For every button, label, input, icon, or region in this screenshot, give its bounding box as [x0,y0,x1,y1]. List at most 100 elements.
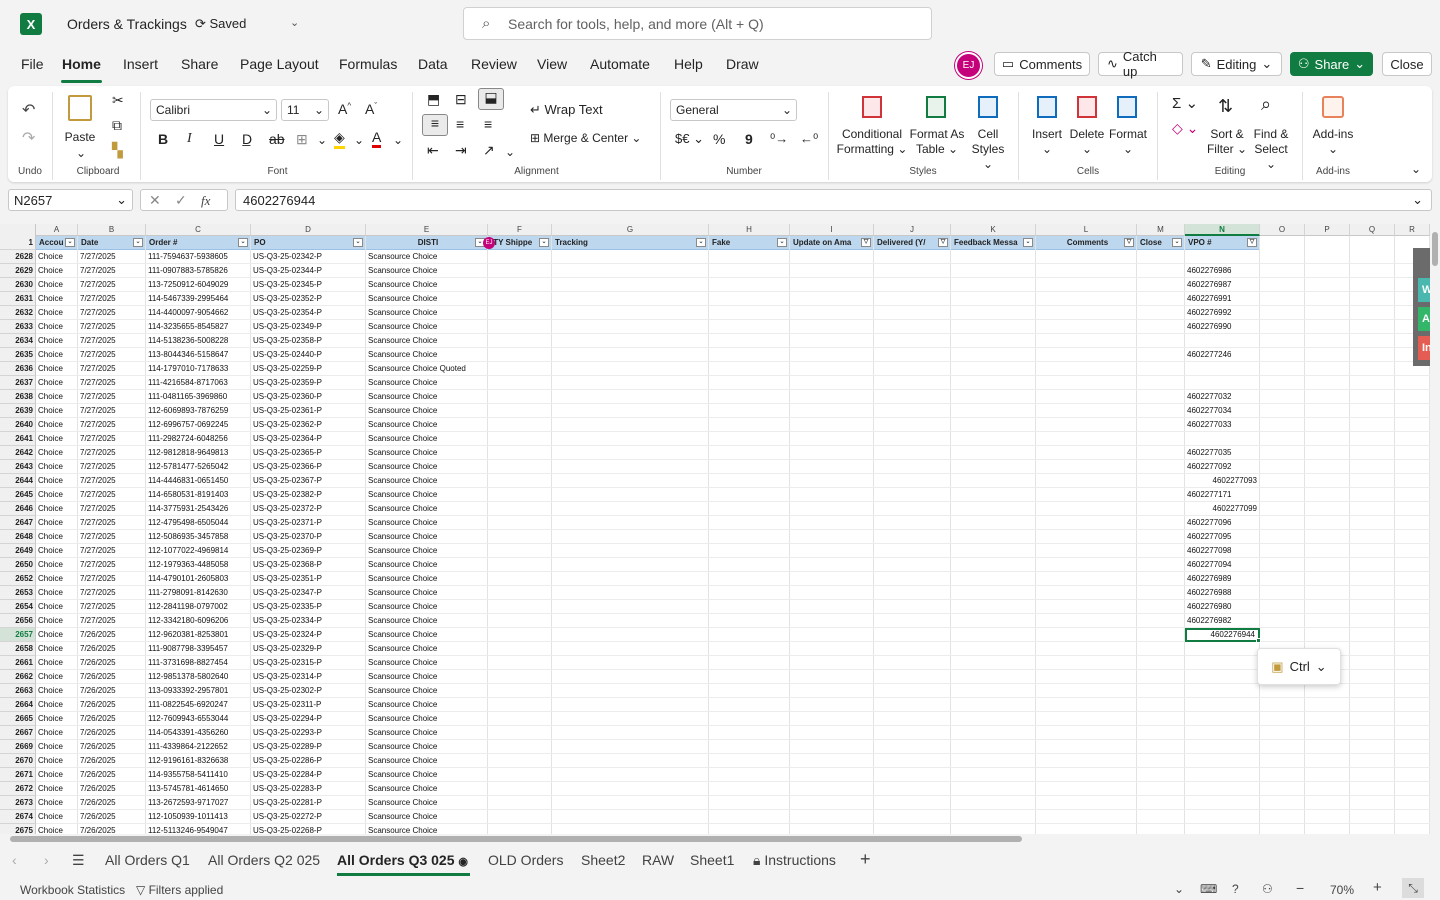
table-header-cell[interactable]: Feedback Messa ⌄ [951,236,1036,250]
table-cell[interactable]: US-Q3-25-02259-P [251,362,366,376]
table-cell[interactable]: 7/27/2025 [78,446,146,460]
table-cell[interactable]: Choice [36,754,78,768]
table-cell[interactable]: Choice [36,446,78,460]
table-cell[interactable] [1185,810,1260,824]
editing-mode-button[interactable]: ✎ Editing ⌄ [1191,52,1282,76]
table-cell[interactable]: 7/27/2025 [78,544,146,558]
column-header-g[interactable]: G [552,224,709,236]
table-cell[interactable]: Choice [36,376,78,390]
sheet-tab-q2[interactable]: All Orders Q2 025 [208,852,320,868]
table-cell[interactable]: 7/27/2025 [78,278,146,292]
table-cell[interactable]: 111-7594637-5938605 [146,250,251,264]
table-cell[interactable]: Scansource Choice [366,292,488,306]
table-cell[interactable]: Choice [36,432,78,446]
filter-dropdown-icon[interactable]: ⌄ [353,238,363,247]
table-cell[interactable]: 112-6069893-7876259 [146,404,251,418]
redo-icon[interactable]: ↷ [22,128,35,148]
format-as-table-button[interactable]: Format As Table ⌄ [906,127,968,157]
table-cell[interactable]: Choice [36,264,78,278]
copy-icon[interactable]: ⧉ [112,117,122,134]
row-header[interactable]: 2665 [0,712,36,726]
filter-dropdown-icon[interactable]: ⌄ [1023,238,1033,247]
table-cell[interactable]: Scansource Choice [366,348,488,362]
sheet-tab-instructions[interactable]: 🔒︎ Instructions [753,852,836,869]
table-cell[interactable]: 4602276986 [1185,264,1260,278]
table-cell[interactable]: US-Q3-25-02367-P [251,474,366,488]
zoom-out-button[interactable]: − [1296,880,1304,896]
row-header[interactable]: 2647 [0,516,36,530]
menu-help[interactable]: Help [674,56,703,72]
table-cell[interactable]: US-Q3-25-02293-P [251,726,366,740]
row-header[interactable]: 2650 [0,558,36,572]
column-header-l[interactable]: L [1036,224,1137,236]
table-cell[interactable]: Choice [36,488,78,502]
all-sheets-menu-icon[interactable]: ☰ [72,852,85,869]
table-cell[interactable]: 111-2982724-6048256 [146,432,251,446]
table-cell[interactable]: US-Q3-25-02335-P [251,600,366,614]
table-cell[interactable]: 7/26/2025 [78,670,146,684]
table-cell[interactable]: Scansource Choice [366,726,488,740]
delete-cells-icon[interactable] [1077,96,1097,118]
column-header-o[interactable]: O [1260,224,1305,236]
table-cell[interactable]: Choice [36,348,78,362]
table-cell[interactable]: 7/27/2025 [78,572,146,586]
table-cell[interactable]: Choice [36,572,78,586]
selected-cell[interactable]: 4602276944 [1185,628,1260,642]
cancel-icon[interactable]: ✕ [149,192,161,209]
table-cell[interactable]: 112-3342180-6096206 [146,614,251,628]
user-avatar[interactable]: EJ [955,52,982,79]
orientation-icon[interactable]: ↗ [483,142,495,159]
table-cell[interactable]: 113-0933392-2957801 [146,684,251,698]
table-cell[interactable]: US-Q3-25-02302-P [251,684,366,698]
table-cell[interactable]: 4602276982 [1185,614,1260,628]
table-cell[interactable]: Choice [36,292,78,306]
row-header[interactable]: 2634 [0,334,36,348]
row-header[interactable]: 2640 [0,418,36,432]
table-cell[interactable]: Choice [36,656,78,670]
table-cell[interactable]: Scansource Choice [366,264,488,278]
enter-icon[interactable]: ✓ [175,192,187,209]
column-header-p[interactable]: P [1305,224,1350,236]
table-cell[interactable]: Scansource Choice [366,824,488,834]
row-header[interactable]: 2632 [0,306,36,320]
table-cell[interactable]: 7/26/2025 [78,810,146,824]
table-cell[interactable]: 4602277032 [1185,390,1260,404]
increase-indent-icon[interactable]: ⇥ [455,142,467,159]
table-cell[interactable]: 4602276989 [1185,572,1260,586]
table-cell[interactable] [1185,250,1260,264]
table-header-cell[interactable]: Tracking ⌄ [552,236,709,250]
table-cell[interactable]: 7/27/2025 [78,362,146,376]
column-header-d[interactable]: D [251,224,366,236]
menu-share[interactable]: Share [181,56,218,72]
table-cell[interactable]: US-Q3-25-02370-P [251,530,366,544]
table-cell[interactable]: 4602277035 [1185,446,1260,460]
table-cell[interactable]: 112-5086935-3457858 [146,530,251,544]
table-header-cell[interactable]: DISTI ⌄ [366,236,488,250]
column-header-i[interactable]: I [790,224,874,236]
underline-button[interactable]: U [214,131,224,147]
table-cell[interactable]: 112-6996757-0692245 [146,418,251,432]
column-header-r[interactable]: R [1395,224,1430,236]
table-cell[interactable]: US-Q3-25-02334-P [251,614,366,628]
merge-center-button[interactable]: ⊞ Merge & Center ⌄ [530,131,641,145]
filter-dropdown-icon[interactable]: ▽ [1124,238,1134,247]
decrease-font-icon[interactable]: Aˇ [365,101,377,117]
table-cell[interactable]: Scansource Choice [366,712,488,726]
table-cell[interactable]: Scansource Choice Quoted [366,362,488,376]
table-cell[interactable]: 7/27/2025 [78,530,146,544]
table-cell[interactable]: Choice [36,810,78,824]
table-cell[interactable]: 7/26/2025 [78,782,146,796]
column-header-j[interactable]: J [874,224,951,236]
table-cell[interactable]: US-Q3-25-02344-P [251,264,366,278]
table-cell[interactable]: 7/27/2025 [78,460,146,474]
chevron-down-icon[interactable]: ⌄ [317,133,327,147]
table-cell[interactable]: Scansource Choice [366,600,488,614]
table-cell[interactable]: 7/27/2025 [78,320,146,334]
table-cell[interactable]: 114-1797010-7178633 [146,362,251,376]
row-header[interactable]: 2636 [0,362,36,376]
table-cell[interactable]: Scansource Choice [366,446,488,460]
table-cell[interactable]: 111-0481165-3969860 [146,390,251,404]
sort-filter-button[interactable]: Sort & Filter ⌄ [1205,127,1249,157]
table-cell[interactable]: 7/26/2025 [78,684,146,698]
add-sheet-button[interactable]: + [860,849,871,870]
